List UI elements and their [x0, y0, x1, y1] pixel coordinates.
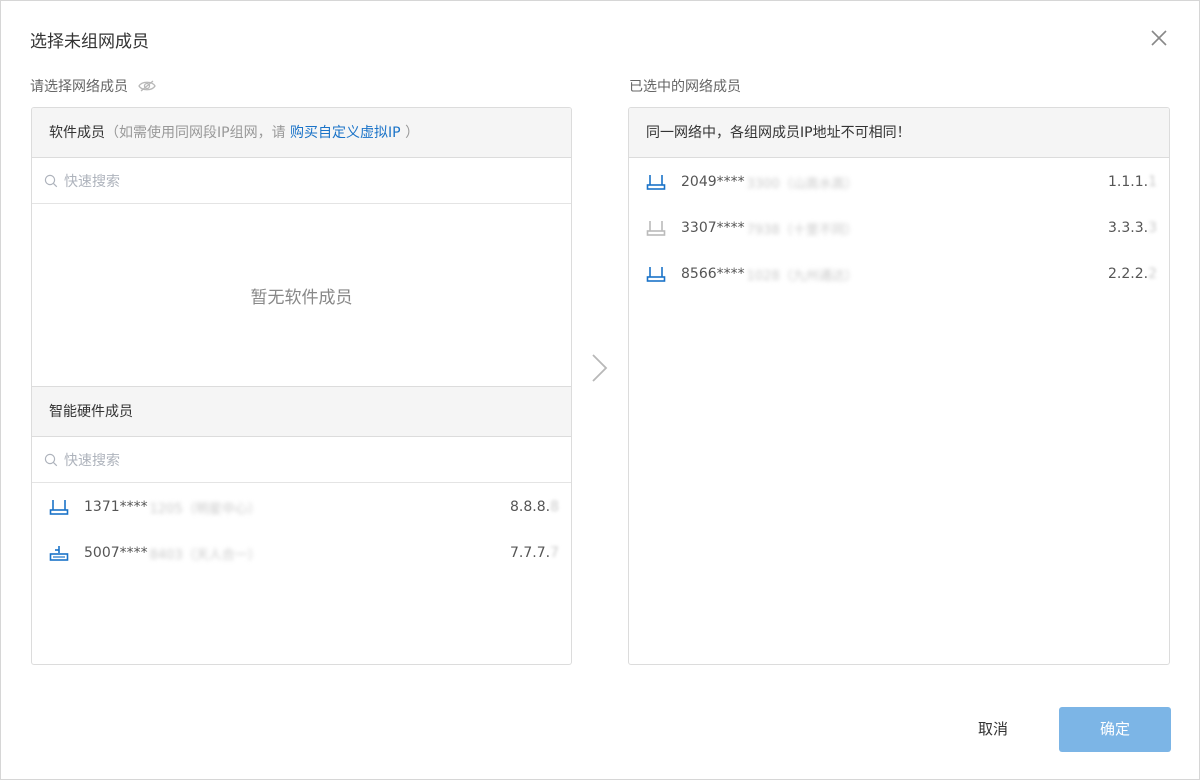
member-ip: 2.2.2.2: [1108, 266, 1157, 282]
software-empty-state: 暂无软件成员: [32, 204, 571, 387]
member-id: 2049****: [681, 174, 745, 190]
confirm-button[interactable]: 确定: [1059, 707, 1171, 752]
member-ip: 7.7.7.7: [510, 545, 559, 561]
member-ip: 8.8.8.8: [510, 499, 559, 515]
dialog-title: 选择未组网成员: [30, 32, 149, 52]
software-members-hint: （如需使用同网段IP组网，请: [105, 125, 286, 141]
chevron-right-icon[interactable]: [589, 353, 609, 383]
selected-member-row[interactable]: 2049**** 3300（山高水高） 1.1.1.1: [629, 159, 1169, 205]
hardware-member-row[interactable]: 5007**** 8403（天人合一） 7.7.7.7: [32, 530, 571, 576]
member-id-masked: 1205（明星中心）: [149, 501, 261, 517]
router-icon: [49, 546, 69, 561]
member-ip: 3.3.3.3: [1108, 220, 1157, 236]
router-icon: [646, 175, 666, 190]
member-picker-panel: 软件成员（如需使用同网段IP组网，请 购买自定义虚拟IP ） 快速搜索 暂无软件…: [31, 107, 572, 665]
member-id: 3307****: [681, 220, 745, 236]
select-members-dialog: 选择未组网成员 请选择网络成员 已选中的网络成员 软件成员（如需使用同网段IP组…: [0, 0, 1200, 780]
selected-member-row[interactable]: 8566**** 1028（九州通达） 2.2.2.2: [629, 251, 1169, 297]
search-icon: [44, 174, 58, 187]
hardware-members-header: 智能硬件成员: [32, 387, 571, 437]
left-section-label-text: 请选择网络成员: [30, 79, 128, 95]
router-icon: [646, 221, 666, 236]
hardware-member-row[interactable]: 1371**** 1205（明星中心） 8.8.8.8: [32, 484, 571, 530]
member-id: 8566****: [681, 266, 745, 282]
member-ip: 1.1.1.1: [1108, 174, 1157, 190]
close-icon[interactable]: [1148, 27, 1170, 49]
software-search-placeholder: 快速搜索: [64, 173, 120, 190]
software-members-hint-end: ）: [405, 125, 420, 141]
right-section-label: 已选中的网络成员: [629, 79, 741, 95]
selected-members-panel: 同一网络中，各组网成员IP地址不可相同！ 2049**** 3300（山高水高）…: [628, 107, 1170, 665]
cancel-button[interactable]: 取消: [963, 707, 1023, 751]
hardware-search-placeholder: 快速搜索: [64, 452, 120, 469]
router-icon: [49, 500, 69, 515]
search-icon: [44, 453, 58, 466]
software-members-title: 软件成员: [49, 125, 105, 141]
member-id: 1371****: [84, 499, 148, 515]
member-id: 5007****: [84, 545, 148, 561]
selected-members-header: 同一网络中，各组网成员IP地址不可相同！: [629, 108, 1169, 158]
hardware-members-title: 智能硬件成员: [49, 404, 133, 420]
member-id-masked: 7938（十里不同）: [746, 222, 858, 238]
buy-custom-ip-link[interactable]: 购买自定义虚拟IP: [290, 125, 401, 141]
eye-icon[interactable]: [138, 79, 157, 93]
member-id-masked: 3300（山高水高）: [746, 176, 858, 192]
software-members-header: 软件成员（如需使用同网段IP组网，请 购买自定义虚拟IP ）: [32, 108, 571, 158]
selected-member-row[interactable]: 3307**** 7938（十里不同） 3.3.3.3: [629, 205, 1169, 251]
member-id-masked: 1028（九州通达）: [746, 268, 858, 284]
member-id-masked: 8403（天人合一）: [149, 547, 261, 563]
hardware-search-input[interactable]: 快速搜索: [32, 437, 571, 483]
software-search-input[interactable]: 快速搜索: [32, 158, 571, 204]
router-icon: [646, 267, 666, 282]
left-section-label: 请选择网络成员: [30, 76, 157, 96]
